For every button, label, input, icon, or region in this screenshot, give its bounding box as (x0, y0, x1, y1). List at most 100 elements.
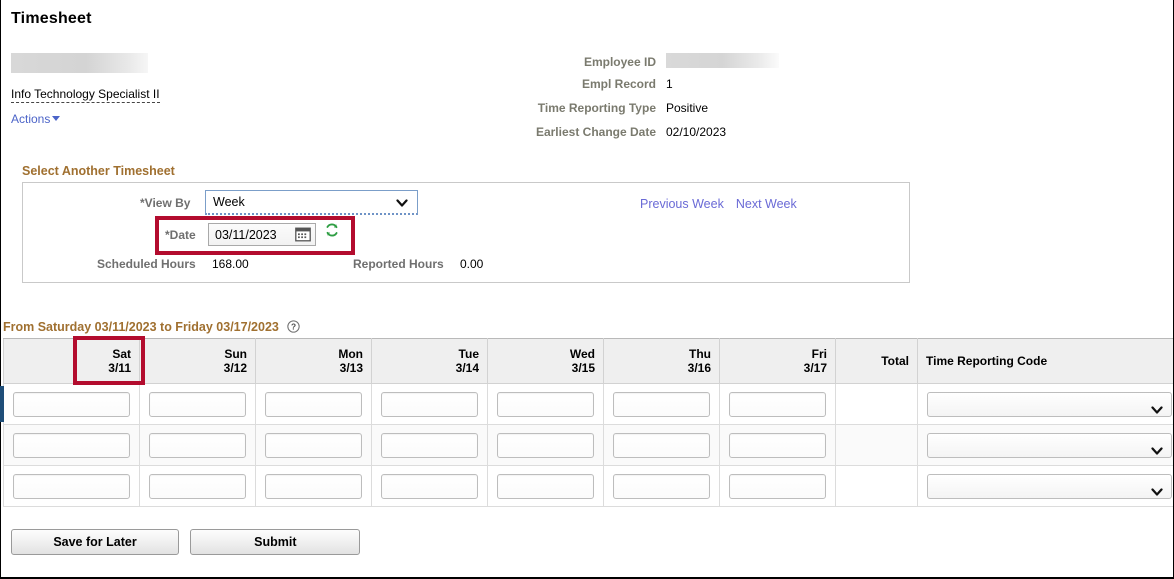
submit-button[interactable]: Submit (190, 529, 361, 555)
calendar-icon[interactable] (295, 226, 311, 242)
previous-week-link[interactable]: Previous Week (640, 197, 724, 211)
hours-input-fri[interactable] (729, 473, 826, 499)
day-name: Thu (689, 347, 711, 361)
cell-mon (255, 465, 372, 507)
table-row (3, 424, 1174, 466)
cell-sun (139, 465, 256, 507)
view-by-select[interactable]: Week (205, 190, 418, 215)
hours-input-tue[interactable] (381, 391, 478, 417)
day-name: Wed (569, 347, 595, 361)
employee-id-value (666, 53, 779, 69)
cell-wed (487, 383, 604, 425)
hours-summary-row: Scheduled Hours 168.00 Reported Hours 0.… (22, 257, 910, 277)
actions-menu-link[interactable]: Actions (11, 112, 61, 126)
column-header-fri: Fri 3/17 (719, 338, 836, 384)
trc-select-wrapper (927, 473, 1172, 499)
time-reporting-code-select[interactable] (927, 473, 1172, 499)
cell-wed (487, 424, 604, 466)
cell-thu (603, 424, 720, 466)
day-date: 3/13 (339, 361, 363, 375)
hours-input-sun[interactable] (149, 391, 246, 417)
cell-fri (719, 424, 836, 466)
hours-input-sat[interactable] (13, 432, 130, 458)
column-header-wed: Wed 3/15 (487, 338, 604, 384)
cell-total (835, 424, 918, 466)
hours-input-tue[interactable] (381, 473, 478, 499)
cell-fri (719, 465, 836, 507)
cell-trc (917, 465, 1174, 507)
hours-input-wed[interactable] (497, 473, 594, 499)
info-row-time-reporting-type: Time Reporting Type Positive (520, 101, 860, 118)
next-week-link[interactable]: Next Week (736, 197, 797, 211)
cell-sat (0, 383, 140, 425)
hours-input-thu[interactable] (613, 391, 710, 417)
info-row-empl-record: Empl Record 1 (520, 77, 860, 94)
cell-mon (255, 424, 372, 466)
hours-input-sun[interactable] (149, 473, 246, 499)
view-by-label: *View By (140, 196, 191, 210)
day-date: 3/15 (571, 361, 595, 375)
day-name: Sun (224, 347, 247, 361)
hours-input-thu[interactable] (613, 473, 710, 499)
cell-thu (603, 465, 720, 507)
table-row (0, 383, 1174, 425)
week-navigation-links: Previous Week Next Week (640, 197, 809, 211)
hours-input-wed[interactable] (497, 391, 594, 417)
column-header-mon: Mon 3/13 (255, 338, 372, 384)
hours-input-mon[interactable] (265, 432, 362, 458)
timesheet-grid: Sat 3/11 Sun 3/12 Mon 3/13 Tue 3/14 Wed (0, 338, 1174, 507)
reported-hours-value: 0.00 (460, 257, 484, 271)
day-name: Fri (811, 347, 827, 361)
employee-name-redacted (11, 53, 148, 73)
hours-input-fri[interactable] (729, 391, 826, 417)
hours-input-fri[interactable] (729, 432, 826, 458)
hours-input-thu[interactable] (613, 432, 710, 458)
cell-sat (3, 465, 140, 507)
grid-header-row: Sat 3/11 Sun 3/12 Mon 3/13 Tue 3/14 Wed (3, 338, 1174, 384)
hours-input-sat[interactable] (13, 391, 130, 417)
info-row-employee-id: Employee ID (520, 53, 860, 70)
trc-select-wrapper (927, 391, 1172, 417)
cell-wed (487, 465, 604, 507)
date-range-text: From Saturday 03/11/2023 to Friday 03/17… (3, 320, 279, 334)
earliest-change-date-label: Earliest Change Date (535, 125, 656, 139)
cell-sun (139, 383, 256, 425)
day-date: 3/17 (803, 361, 827, 375)
refresh-icon[interactable] (324, 222, 340, 238)
cell-trc (917, 424, 1174, 466)
actions-menu-label: Actions (11, 112, 51, 126)
help-icon[interactable]: ? (287, 320, 301, 333)
employee-id-label: Employee ID (583, 55, 656, 69)
date-range-heading: From Saturday 03/11/2023 to Friday 03/17… (3, 320, 301, 334)
column-header-sat: Sat 3/11 (3, 338, 140, 384)
timesheet-page: Timesheet Info Technology Specialist II … (0, 0, 1174, 579)
empl-record-label: Empl Record (581, 77, 656, 91)
trc-select-wrapper (927, 432, 1172, 458)
time-reporting-code-select[interactable] (927, 391, 1172, 417)
day-name: Tue (458, 347, 479, 361)
cell-sun (139, 424, 256, 466)
chevron-down-icon (52, 116, 61, 121)
employee-job-title: Info Technology Specialist II (11, 87, 160, 103)
cell-total (835, 465, 918, 507)
time-reporting-type-value: Positive (666, 101, 709, 115)
hours-input-mon[interactable] (265, 473, 362, 499)
footer-button-row: Save for Later Submit (11, 529, 361, 555)
cell-tue (371, 465, 488, 507)
day-date: 3/11 (108, 361, 131, 375)
time-reporting-code-select[interactable] (927, 432, 1172, 458)
save-for-later-button[interactable]: Save for Later (11, 529, 179, 555)
hours-input-sun[interactable] (149, 432, 246, 458)
reported-hours-label: Reported Hours (353, 257, 444, 271)
hours-input-sat[interactable] (13, 473, 130, 499)
day-date: 3/12 (223, 361, 247, 375)
cell-tue (371, 424, 488, 466)
hours-input-mon[interactable] (265, 391, 362, 417)
hours-input-wed[interactable] (497, 432, 594, 458)
employee-info-grid: Employee ID Empl Record 1 Time Reporting… (520, 53, 860, 149)
hours-input-tue[interactable] (381, 432, 478, 458)
svg-text:?: ? (291, 322, 296, 332)
column-header-time-reporting-code: Time Reporting Code (917, 338, 1174, 384)
day-date: 3/14 (455, 361, 479, 375)
employee-id-redacted (666, 53, 779, 68)
